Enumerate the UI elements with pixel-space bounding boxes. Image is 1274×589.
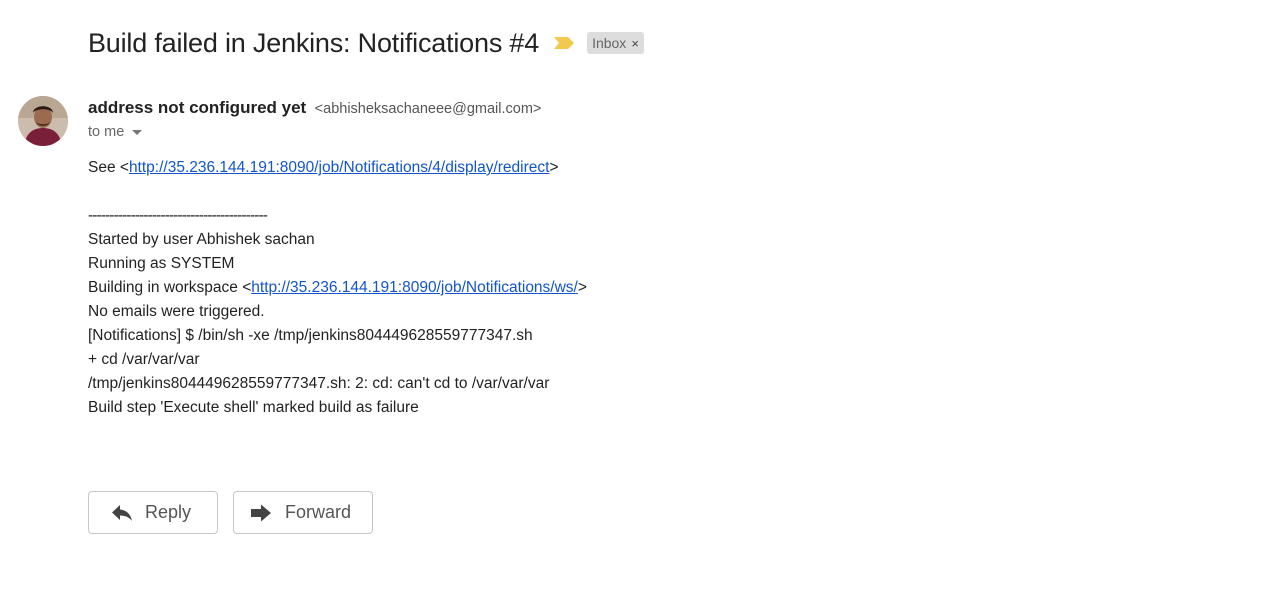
importance-marker-icon[interactable] bbox=[553, 36, 575, 50]
recipient-row: to me bbox=[88, 124, 143, 140]
caret-down-icon[interactable] bbox=[132, 129, 143, 135]
email-subject: Build failed in Jenkins: Notifications #… bbox=[88, 27, 540, 58]
forward-label: Forward bbox=[285, 502, 352, 522]
workspace-link[interactable]: http://35.236.144.191:8090/job/Notificat… bbox=[251, 279, 578, 296]
subject-row: Build failed in Jenkins: Notifications #… bbox=[88, 24, 644, 62]
sender-name[interactable]: address not configured yet bbox=[88, 98, 306, 117]
sender-email: <abhisheksachaneee@gmail.com> bbox=[314, 101, 542, 117]
reply-arrow-icon bbox=[112, 504, 132, 521]
build-redirect-link[interactable]: http://35.236.144.191:8090/job/Notificat… bbox=[129, 159, 550, 176]
workspace-line: Building in workspace <http://35.236.144… bbox=[88, 276, 587, 300]
remove-label-icon[interactable]: × bbox=[631, 36, 639, 51]
forward-button[interactable]: Forward bbox=[233, 491, 373, 534]
reply-label: Reply bbox=[145, 502, 192, 522]
started-by-line: Started by user Abhishek sachan bbox=[88, 231, 315, 248]
workspace-prefix: Building in workspace < bbox=[88, 279, 252, 296]
shell-command-line: [Notifications] $ /bin/sh -xe /tmp/jenki… bbox=[88, 327, 533, 344]
see-line: See <http://35.236.144.191:8090/job/Noti… bbox=[88, 156, 587, 180]
email-view: Build failed in Jenkins: Notifications #… bbox=[0, 0, 1274, 589]
no-emails-line: No emails were triggered. bbox=[88, 303, 265, 320]
running-as-line: Running as SYSTEM bbox=[88, 255, 235, 272]
sender-row: address not configured yet <abhisheksach… bbox=[88, 98, 541, 118]
see-prefix: See < bbox=[88, 159, 129, 176]
cd-error-line: /tmp/jenkins804449628559777347.sh: 2: cd… bbox=[88, 375, 550, 392]
recipient-text: to me bbox=[88, 124, 125, 140]
forward-arrow-icon bbox=[251, 504, 271, 521]
reply-button[interactable]: Reply bbox=[88, 491, 218, 534]
see-suffix: > bbox=[549, 159, 559, 176]
workspace-suffix: > bbox=[577, 279, 587, 296]
sender-avatar bbox=[18, 96, 68, 146]
build-step-line: Build step 'Execute shell' marked build … bbox=[88, 399, 419, 416]
email-body: See <http://35.236.144.191:8090/job/Noti… bbox=[88, 156, 587, 420]
inbox-label-text: Inbox bbox=[592, 35, 627, 51]
inbox-label-chip: Inbox × bbox=[587, 32, 644, 54]
cd-command-line: + cd /var/var/var bbox=[88, 351, 200, 368]
divider-line: ----------------------------------------… bbox=[88, 207, 268, 224]
